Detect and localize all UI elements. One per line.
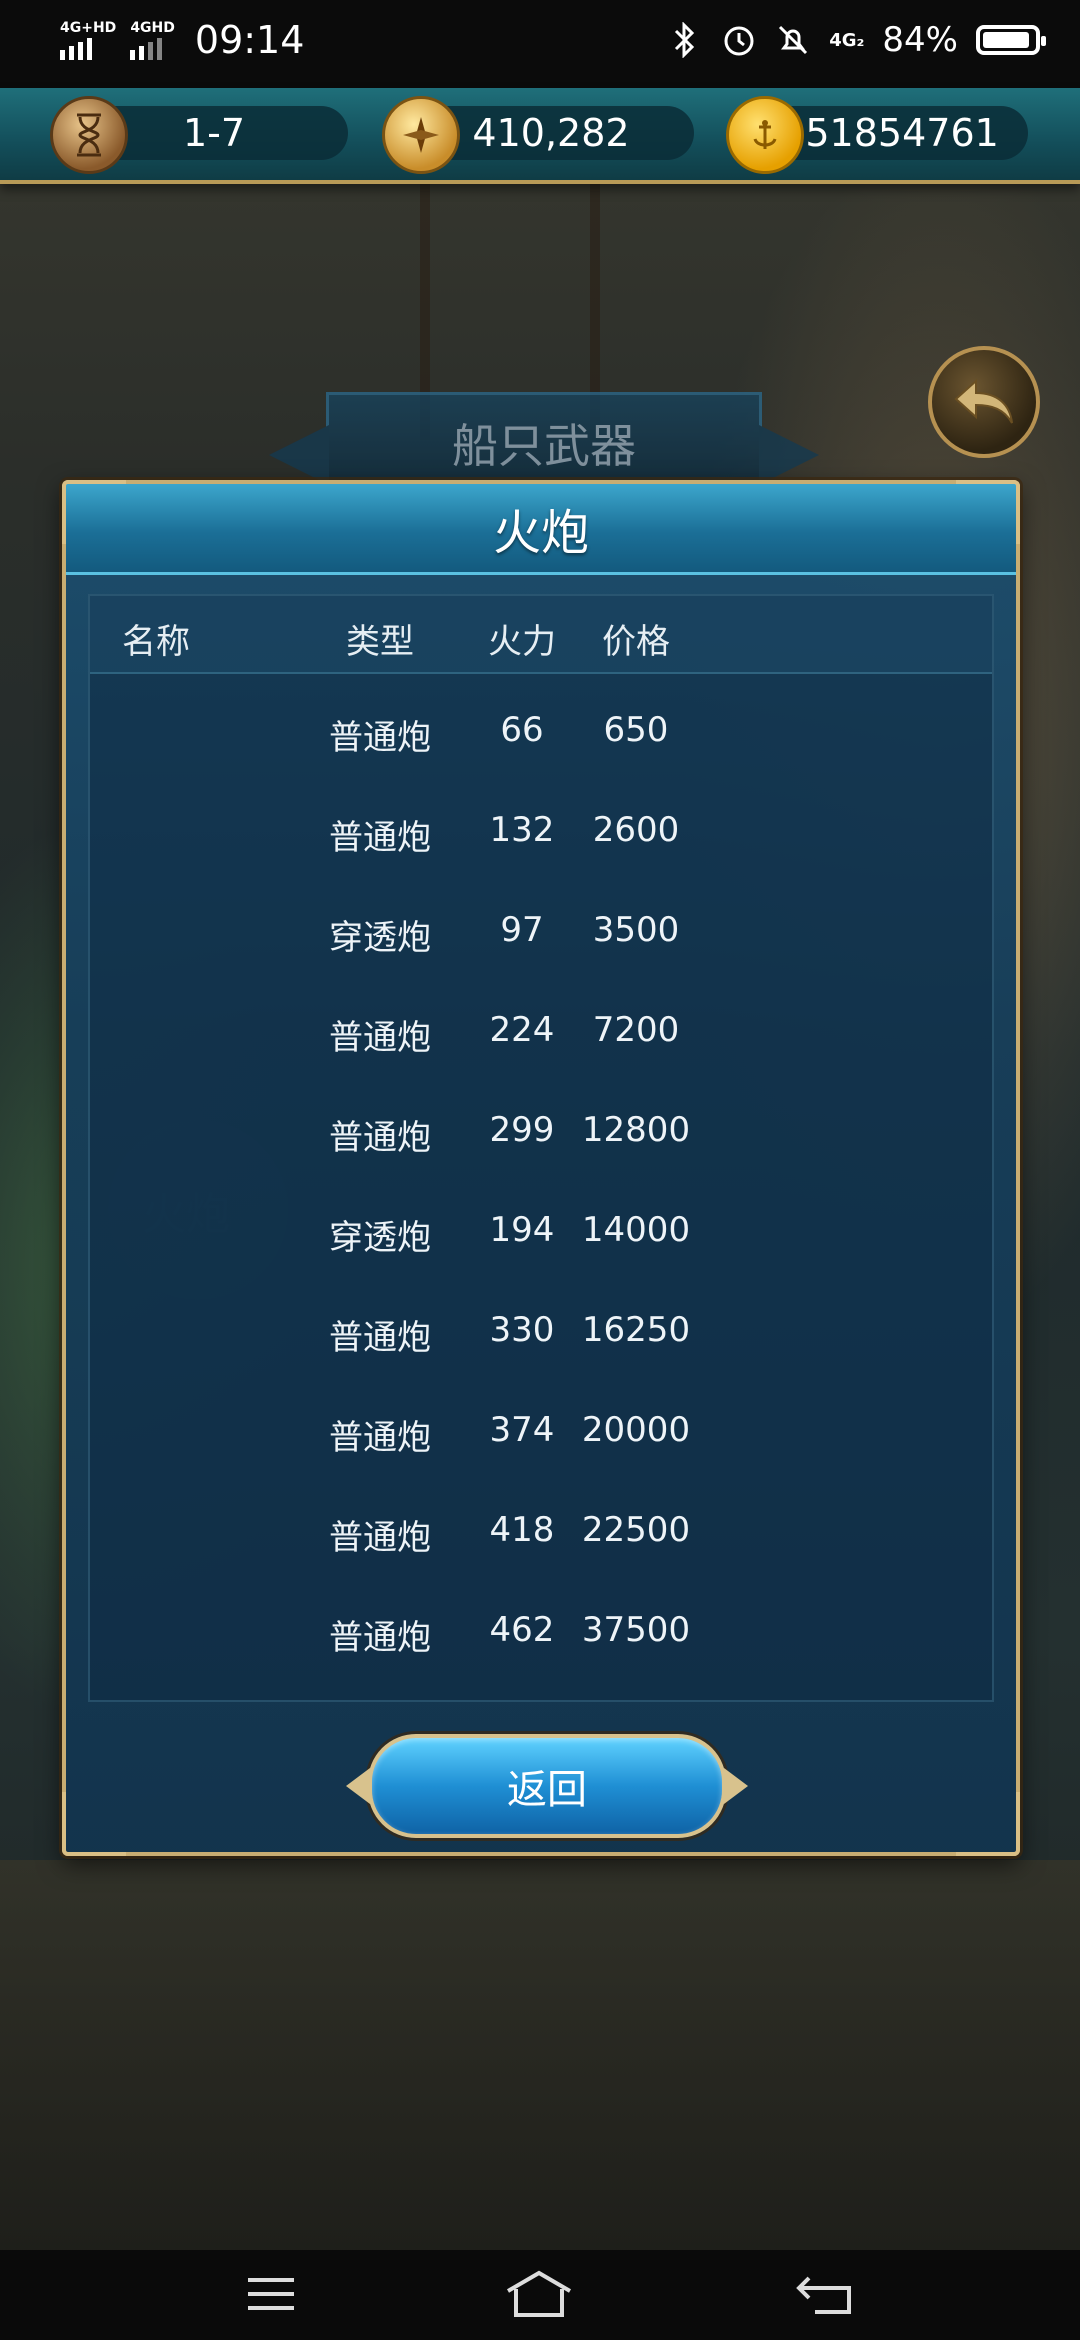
cell-type: 普通炮	[329, 1118, 431, 1158]
navigation-bar	[0, 2250, 1080, 2340]
return-button-label: 返回	[507, 1767, 587, 1813]
signal-bars-icon	[130, 36, 163, 60]
network-label: 4G+HD	[60, 20, 117, 36]
table-row[interactable]: 穿透炮 97 3500	[90, 880, 992, 980]
table-row[interactable]: 普通炮 418 22500	[90, 1480, 992, 1580]
cell-price: 2600	[592, 810, 680, 850]
cell-firepower: 132	[489, 810, 555, 850]
alarm-icon	[721, 22, 757, 58]
section-banner: 船只武器	[269, 392, 819, 494]
cell-firepower: 66	[500, 710, 544, 750]
resource-bar: 1-7 410,282 151854761	[0, 88, 1080, 184]
menu-icon[interactable]	[236, 2264, 306, 2324]
signal-icon: 4G₂	[829, 29, 865, 51]
gold-coin-icon	[726, 96, 804, 174]
compass-icon	[382, 96, 460, 174]
column-header-firepower: 火力	[488, 622, 556, 662]
gold-value: 151854761	[781, 111, 999, 155]
cell-firepower: 330	[489, 1310, 555, 1350]
compass-value: 410,282	[472, 111, 630, 155]
cell-type: 普通炮	[329, 1418, 431, 1458]
battery-icon	[976, 25, 1046, 55]
table-row[interactable]: 普通炮 374 20000	[90, 1380, 992, 1480]
level-value: 1-7	[182, 111, 246, 155]
section-banner-title: 船只武器	[452, 419, 636, 473]
network-indicator-1: 4G+HD	[60, 20, 116, 60]
cell-price: 12800	[581, 1110, 691, 1150]
bluetooth-icon	[667, 22, 703, 58]
column-header-price: 价格	[602, 622, 670, 662]
corner-ornament	[62, 480, 126, 544]
table-row[interactable]: 普通炮 66 650	[90, 680, 992, 780]
cell-firepower: 194	[489, 1210, 555, 1250]
cell-type: 普通炮	[329, 1018, 431, 1058]
cell-price: 3500	[592, 910, 680, 950]
cell-type: 普通炮	[329, 1318, 431, 1358]
cell-firepower: 418	[489, 1510, 555, 1550]
cell-firepower: 224	[489, 1010, 555, 1050]
network-label: 4GHD	[130, 20, 175, 36]
cell-firepower: 462	[489, 1610, 555, 1650]
dialog-header: 火炮	[66, 484, 1016, 575]
back-button[interactable]	[928, 346, 1040, 458]
cannon-table: 名称 类型 火力 价格 普通炮 66 650 普通炮 132 2600 穿透炮 97 3500 普…	[88, 594, 994, 1702]
cell-price: 650	[603, 710, 669, 750]
cell-firepower: 299	[489, 1110, 555, 1150]
hourglass-icon	[50, 96, 128, 174]
signal-bars-icon	[60, 36, 92, 60]
column-header-name: 名称	[122, 622, 190, 662]
cannon-dialog: 火炮 名称 类型 火力 价格 普通炮 66 650 普通炮 132 2600 穿透炮 97 35…	[62, 480, 1020, 1856]
cell-price: 37500	[581, 1610, 691, 1650]
cell-type: 普通炮	[329, 718, 431, 758]
cell-price: 22500	[581, 1510, 691, 1550]
battery-percent: 84%	[882, 20, 958, 60]
cell-price: 16250	[581, 1310, 691, 1350]
cell-price: 7200	[592, 1010, 680, 1050]
background-ground	[0, 1860, 1080, 2260]
cell-type: 普通炮	[329, 1618, 431, 1658]
cell-type: 穿透炮	[329, 1218, 431, 1258]
cell-firepower: 97	[500, 910, 544, 950]
table-row[interactable]: 普通炮 299 12800	[90, 1080, 992, 1180]
table-row[interactable]: 普通炮 132 2600	[90, 780, 992, 880]
clock: 09:14	[194, 18, 305, 62]
home-icon[interactable]	[504, 2264, 574, 2324]
table-header: 名称 类型 火力 价格	[90, 596, 992, 674]
return-arrow-icon	[954, 378, 1013, 424]
table-row[interactable]: 普通炮 462 37500	[90, 1580, 992, 1680]
table-row[interactable]: 普通炮 224 7200	[90, 980, 992, 1080]
table-row[interactable]: 穿透炮 194 14000	[90, 1180, 992, 1280]
table-row[interactable]: 普通炮 330 16250	[90, 1280, 992, 1380]
cell-price: 14000	[581, 1210, 691, 1250]
dialog-title: 火炮	[492, 505, 589, 561]
back-icon[interactable]	[790, 2264, 860, 2324]
cell-price: 20000	[581, 1410, 691, 1450]
return-button[interactable]: 返回	[346, 1734, 748, 1838]
cell-firepower: 374	[489, 1410, 555, 1450]
mute-icon	[775, 22, 811, 58]
status-bar: 4G+HD 4GHD 09:14 4G₂ 84%	[0, 0, 1080, 88]
corner-ornament	[956, 480, 1020, 544]
cell-type: 普通炮	[329, 818, 431, 858]
cell-type: 普通炮	[329, 1518, 431, 1558]
column-header-type: 类型	[346, 622, 414, 662]
network-indicator-2: 4GHD	[130, 20, 175, 60]
corner-ornament	[956, 1792, 1020, 1856]
cell-type: 穿透炮	[329, 918, 431, 958]
corner-ornament	[62, 1792, 126, 1856]
